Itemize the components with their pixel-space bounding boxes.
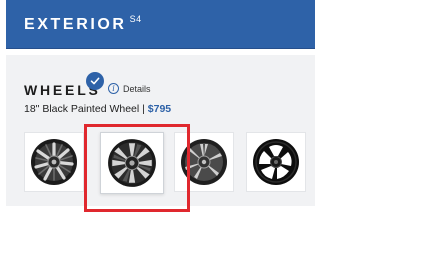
selected-check-badge bbox=[86, 72, 104, 90]
selected-wheel-name: 18" Black Painted Wheel bbox=[24, 103, 140, 115]
summary-separator: | bbox=[139, 103, 148, 115]
selected-wheel-summary: 18" Black Painted Wheel | $795 bbox=[24, 103, 171, 116]
page: EXTERIOR S4 WHEELS i Details 18" Black Pa… bbox=[0, 0, 446, 273]
header-title: EXTERIOR S4 bbox=[24, 14, 142, 36]
wheel-option-1[interactable] bbox=[24, 132, 84, 192]
header-title-text: EXTERIOR bbox=[24, 16, 127, 33]
selected-wheel-price: $795 bbox=[147, 103, 172, 115]
exterior-header: EXTERIOR S4 bbox=[6, 0, 315, 49]
details-label: Details bbox=[123, 83, 151, 94]
info-icon: i bbox=[108, 83, 119, 94]
wheel-gloss-black-five-spoke-icon bbox=[253, 139, 299, 185]
header-superscript: S4 bbox=[129, 14, 142, 24]
wheel-multispoke-machined-icon bbox=[31, 139, 77, 185]
wheel-option-4[interactable] bbox=[246, 132, 306, 192]
details-link[interactable]: i Details bbox=[108, 83, 151, 94]
checkmark-icon bbox=[90, 77, 100, 85]
selection-highlight-box bbox=[84, 124, 190, 212]
